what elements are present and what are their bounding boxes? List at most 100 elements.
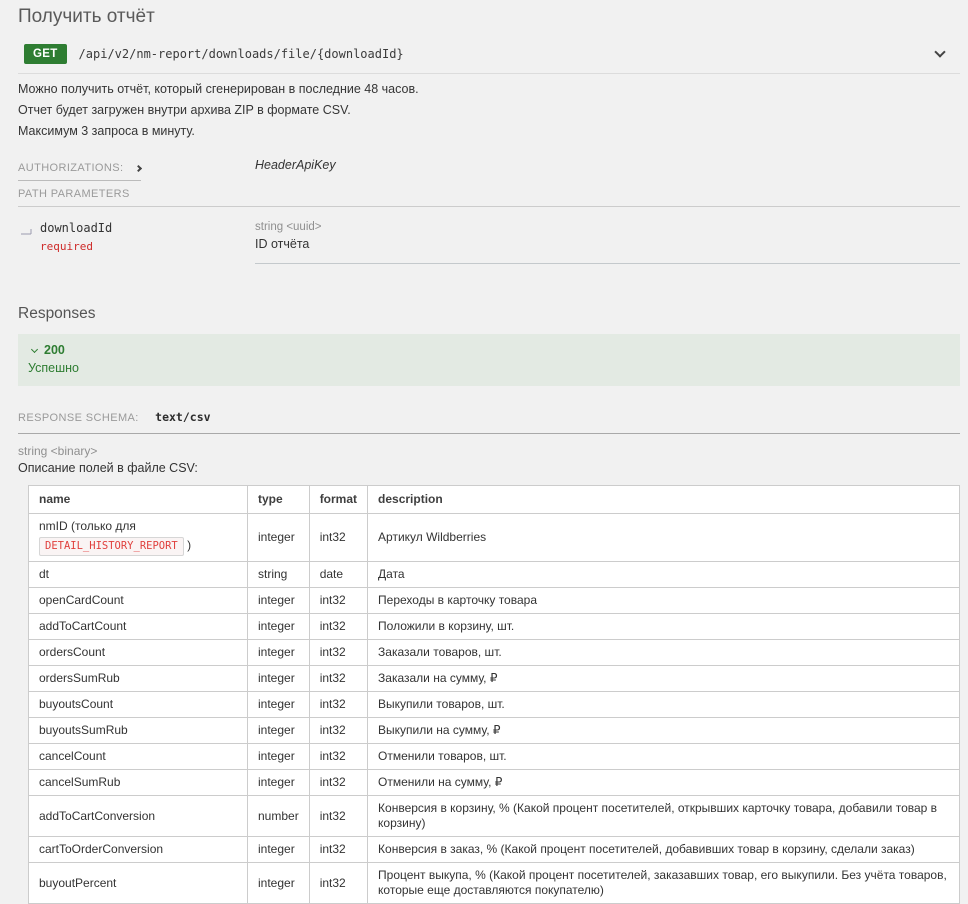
content-type-tab[interactable]: text/csv (155, 410, 210, 424)
cell-description: Переходы в карточку товара (368, 588, 960, 614)
cell-type: integer (248, 640, 310, 666)
description-line: Отчет будет загружен внутри архива ZIP в… (18, 100, 960, 121)
cell-name: ordersCount (29, 640, 248, 666)
column-header-name: name (29, 486, 248, 514)
cell-name: cancelSumRub (29, 770, 248, 796)
enum-code-tag: DETAIL_HISTORY_REPORT (39, 537, 184, 556)
response-code: 200 (44, 343, 65, 357)
path-parameter-row: downloadId required string <uuid> ID отч… (18, 221, 960, 264)
table-row: ordersCountintegerint32Заказали товаров,… (29, 640, 960, 666)
column-header-type: type (248, 486, 310, 514)
response-schema-label: RESPONSE SCHEMA: (18, 412, 139, 424)
cell-description: Отменили на сумму, ₽ (368, 770, 960, 796)
table-row: cancelSumRubintegerint32Отменили на сумм… (29, 770, 960, 796)
cell-name: nmID (только дляDETAIL_HISTORY_REPORT ) (29, 514, 248, 562)
cell-format: int32 (309, 770, 367, 796)
cell-description: Отменили товаров, шт. (368, 744, 960, 770)
table-row: buyoutsCountintegerint32Выкупили товаров… (29, 692, 960, 718)
cell-type: integer (248, 770, 310, 796)
cell-format: int32 (309, 692, 367, 718)
cell-name: openCardCount (29, 588, 248, 614)
cell-name: ordersSumRub (29, 666, 248, 692)
cell-type: integer (248, 863, 310, 904)
cell-type: integer (248, 744, 310, 770)
response-body-type: string <binary> (18, 444, 960, 458)
column-header-description: description (368, 486, 960, 514)
cell-name: dt (29, 562, 248, 588)
table-row: nmID (только дляDETAIL_HISTORY_REPORT )i… (29, 514, 960, 562)
cell-format: int32 (309, 666, 367, 692)
cell-format: int32 (309, 614, 367, 640)
cell-name: cartToOrderConversion (29, 837, 248, 863)
cell-type: number (248, 796, 310, 837)
cell-description: Выкупили товаров, шт. (368, 692, 960, 718)
cell-name: addToCartConversion (29, 796, 248, 837)
cell-format: int32 (309, 514, 367, 562)
cell-name: buyoutPercent (29, 863, 248, 904)
description-line: Максимум 3 запроса в минуту. (18, 121, 960, 142)
cell-type: integer (248, 666, 310, 692)
cell-type: string (248, 562, 310, 588)
cell-description: Артикул Wildberries (368, 514, 960, 562)
table-row: openCardCountintegerint32Переходы в карт… (29, 588, 960, 614)
endpoint-bar[interactable]: GET /api/v2/nm-report/downloads/file/{do… (18, 44, 960, 74)
endpoint-path: /api/v2/nm-report/downloads/file/{downlo… (79, 47, 404, 61)
cell-format: int32 (309, 640, 367, 666)
table-row: buyoutsSumRubintegerint32Выкупили на сум… (29, 718, 960, 744)
page-title: Получить отчёт (18, 0, 960, 28)
cell-type: integer (248, 514, 310, 562)
cell-name: addToCartCount (29, 614, 248, 640)
authorizations-expander[interactable]: AUTHORIZATIONS: (18, 158, 141, 181)
responses-heading: Responses (18, 304, 960, 324)
cell-name: buyoutsSumRub (29, 718, 248, 744)
param-type: string <uuid> (255, 221, 960, 233)
description-line: Можно получить отчёт, который сгенериров… (18, 79, 960, 100)
operation-page: Получить отчёт GET /api/v2/nm-report/dow… (0, 0, 968, 904)
table-row: buyoutPercentintegerint32Процент выкупа,… (29, 863, 960, 904)
cell-type: integer (248, 692, 310, 718)
response-schema-row: RESPONSE SCHEMA: text/csv (18, 408, 960, 434)
param-detail-cell: string <uuid> ID отчёта (255, 221, 960, 264)
cell-description: Дата (368, 562, 960, 588)
authorizations-row: AUTHORIZATIONS: HeaderApiKey (18, 158, 960, 178)
table-row: cartToOrderConversionintegerint32Конверс… (29, 837, 960, 863)
csv-fields-table: nametypeformatdescription nmID (только д… (28, 485, 960, 904)
authorizations-value: HeaderApiKey (255, 158, 336, 172)
cell-format: int32 (309, 588, 367, 614)
param-required-badge: required (40, 240, 112, 253)
table-row: dtstringdateДата (29, 562, 960, 588)
table-row: addToCartConversionnumberint32Конверсия … (29, 796, 960, 837)
field-tree-icon (20, 226, 34, 238)
chevron-right-icon (135, 165, 142, 172)
schema-table-body: nmID (только дляDETAIL_HISTORY_REPORT )i… (29, 514, 960, 904)
cell-description: Процент выкупа, % (Какой процент посетит… (368, 863, 960, 904)
cell-format: int32 (309, 837, 367, 863)
cell-description: Положили в корзину, шт. (368, 614, 960, 640)
column-header-format: format (309, 486, 367, 514)
chevron-down-icon[interactable] (934, 46, 945, 57)
table-row: addToCartCountintegerint32Положили в кор… (29, 614, 960, 640)
param-name-cell: downloadId required (18, 221, 255, 264)
cell-format: int32 (309, 744, 367, 770)
cell-description: Заказали товаров, шт. (368, 640, 960, 666)
response-code-line: 200 (28, 343, 948, 357)
response-label: Успешно (28, 361, 948, 375)
cell-name: buyoutsCount (29, 692, 248, 718)
table-header-row: nametypeformatdescription (29, 486, 960, 514)
cell-description: Выкупили на сумму, ₽ (368, 718, 960, 744)
cell-description: Конверсия в корзину, % (Какой процент по… (368, 796, 960, 837)
cell-description: Конверсия в заказ, % (Какой процент посе… (368, 837, 960, 863)
cell-type: integer (248, 718, 310, 744)
cell-description: Заказали на сумму, ₽ (368, 666, 960, 692)
cell-name: cancelCount (29, 744, 248, 770)
response-200-panel[interactable]: 200 Успешно (18, 334, 960, 386)
cell-format: int32 (309, 863, 367, 904)
cell-format: int32 (309, 796, 367, 837)
cell-type: integer (248, 614, 310, 640)
table-row: cancelCountintegerint32Отменили товаров,… (29, 744, 960, 770)
path-parameters-label: PATH PARAMETERS (18, 188, 960, 207)
cell-type: integer (248, 588, 310, 614)
operation-description: Можно получить отчёт, который сгенериров… (18, 79, 960, 142)
cell-format: int32 (309, 718, 367, 744)
param-description: ID отчёта (255, 237, 960, 251)
